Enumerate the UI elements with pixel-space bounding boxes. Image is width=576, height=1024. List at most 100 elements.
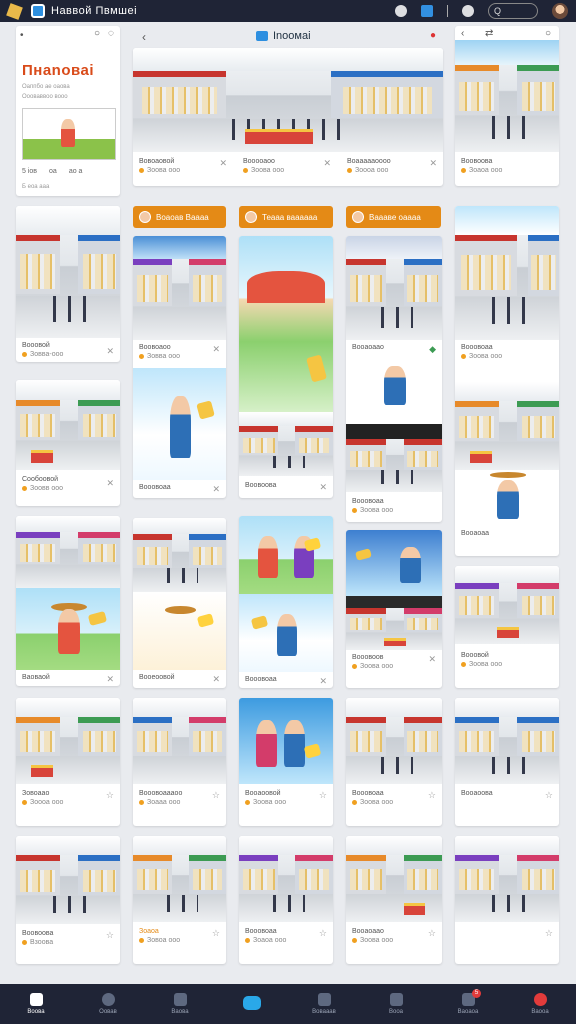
list-item[interactable]: Вооовоаааоо Зоааа ооо ☆ — [133, 698, 226, 826]
stat-item: 5 іов — [22, 168, 38, 175]
nav-shop[interactable]: Вовааав — [299, 993, 349, 1015]
item-meta: Взоова — [30, 939, 54, 946]
list-item[interactable]: Вооовой Зовва-ооо ✕ — [16, 206, 120, 362]
item-title: Вооовоаа — [245, 928, 277, 935]
top-bar: Наввой Пвмшеі Q — [0, 0, 576, 22]
close-icon[interactable]: ✕ — [428, 654, 436, 665]
close-icon[interactable]: ✕ — [212, 344, 220, 355]
settings-icon[interactable] — [462, 5, 474, 17]
favorite-icon[interactable]: ☆ — [428, 928, 436, 939]
list-item[interactable]: Воовоова Взоова ☆ — [16, 836, 120, 964]
list-item[interactable]: Зовоаао Зоооа ооо ☆ — [16, 698, 120, 826]
avatar[interactable] — [552, 3, 568, 19]
favorite-icon[interactable]: ✕ — [106, 346, 114, 357]
list-item[interactable]: Вооаоаао Зоова ооо ☆ — [346, 836, 442, 964]
search-icon: Q — [494, 6, 502, 16]
list-item[interactable]: Вооеоовой ✕ — [133, 518, 226, 688]
favorite-icon[interactable]: ☆ — [212, 928, 220, 939]
item-meta: Зоова ооо — [251, 167, 285, 174]
profile-stats: 5 іов оа ао а — [22, 168, 82, 175]
item-meta: Зоова ооо — [147, 167, 181, 174]
share-icon[interactable] — [421, 5, 433, 17]
favorite-icon[interactable]: ☆ — [545, 790, 553, 801]
back-icon[interactable]: ‹ — [142, 30, 146, 44]
leaf-icon[interactable]: ◆ — [429, 344, 436, 355]
hero-card[interactable]: Вовоаовой Зоова ооо Вооооаоо Зоова ооо Воа… — [133, 48, 443, 186]
profile-subtitle: Оаппбо ае оаова — [22, 84, 70, 90]
item-title: Воовоаоо — [139, 344, 171, 351]
list-item[interactable]: Вооовоаа Зоаоа ооо ☆ — [239, 836, 333, 964]
divider — [447, 5, 448, 17]
favorite-icon[interactable]: ☆ — [319, 790, 327, 801]
item-title: Вооовоаа — [461, 344, 493, 351]
nav-notifications[interactable]: 5 Ваоаоа — [443, 989, 493, 1015]
add-icon — [243, 995, 261, 1010]
search-icon[interactable]: ○ — [545, 28, 551, 39]
nav-label: Ваова — [171, 1009, 189, 1015]
list-item[interactable]: Вооовоов Зоова ооо ✕ — [346, 530, 442, 688]
nav-profile[interactable]: Ваооа — [515, 993, 565, 1015]
nav-label: Ваоаоа — [457, 1009, 479, 1015]
category-tag[interactable]: Воаоав Ваааа — [133, 206, 226, 228]
list-item[interactable]: Сообоовой Зоовв ооо ✕ — [16, 380, 120, 506]
close-icon[interactable]: ✕ — [212, 484, 220, 495]
nav-home[interactable]: Воова — [11, 993, 61, 1015]
pin-icon[interactable]: ● — [430, 30, 436, 41]
profile-count: Б еоа ааа — [22, 184, 50, 190]
notification-icon[interactable] — [395, 5, 407, 17]
category-tag[interactable]: Ваааве оаааа — [346, 206, 441, 228]
dot-icon: • — [20, 30, 24, 41]
list-item[interactable]: Вооовоаа Зоова ооо ☆ — [346, 698, 442, 826]
list-item[interactable]: Ваоваой ✕ — [16, 516, 120, 686]
search-icon[interactable]: ○ — [94, 28, 100, 39]
list-item[interactable]: Вооовоаа ✕ — [239, 516, 333, 688]
home-icon — [29, 993, 43, 1006]
list-item[interactable]: Вооовоаа Зоова ооо Вооаоаа — [455, 206, 559, 556]
refresh-icon[interactable]: ◌ — [108, 28, 114, 39]
share-icon[interactable]: ⇄ — [485, 28, 493, 39]
list-item[interactable]: Вооовой Зоова ооо — [455, 566, 559, 688]
bag-icon — [317, 993, 331, 1006]
item-title: Вооовой — [461, 652, 489, 659]
list-item[interactable]: ‹ ⇄ ○ Воовоова Зоаоа ооо — [455, 26, 559, 186]
list-item[interactable]: Вооаоовой Зоова ооо ☆ — [239, 698, 333, 826]
app-icon[interactable] — [31, 4, 45, 18]
list-item[interactable]: Воовоаоо Зовва ооо ✕ Вооовоаа ✕ — [133, 236, 226, 498]
list-item[interactable]: Зоаоа Зовоа ооо ☆ — [133, 836, 226, 964]
favorite-icon[interactable]: ☆ — [212, 790, 220, 801]
search-input[interactable]: Q — [488, 3, 538, 19]
favorite-icon[interactable]: ☆ — [106, 930, 114, 941]
close-icon[interactable]: ✕ — [319, 676, 327, 687]
list-item[interactable]: ☆ — [455, 836, 559, 964]
category-tag[interactable]: Теааа ваааааа — [239, 206, 333, 228]
back-icon[interactable]: ‹ — [461, 28, 464, 39]
nav-explore[interactable]: Оовав — [83, 993, 133, 1015]
close-icon[interactable]: ✕ — [219, 158, 227, 169]
list-item[interactable]: Воовоова ✕ — [239, 236, 333, 498]
favorite-icon[interactable]: ✕ — [106, 674, 114, 685]
nav-label: Воова — [27, 1009, 45, 1015]
page-title-text: Іnooмаi — [273, 30, 311, 42]
item-meta: Зоооа ооо — [30, 799, 64, 806]
item-title: Вооовоаааоо — [139, 790, 183, 797]
nav-saved[interactable]: Вооа — [371, 993, 421, 1015]
item-meta: Зоовв ооо — [30, 485, 64, 492]
nav-create[interactable] — [227, 995, 277, 1013]
item-title: Вооаоова — [461, 790, 493, 797]
list-item[interactable]: Вооаоаао ◆ Вооовоаа Зоова ооо — [346, 236, 442, 522]
favorite-icon[interactable]: ☆ — [428, 790, 436, 801]
profile-image[interactable] — [22, 108, 116, 160]
favorite-icon[interactable]: ✕ — [106, 478, 114, 489]
stat-item: оа — [49, 168, 57, 175]
close-icon[interactable]: ✕ — [429, 158, 437, 169]
page-title: Іnooмаi — [256, 30, 311, 42]
item-meta: Зоаоа ооо — [253, 937, 287, 944]
favorite-icon[interactable]: ☆ — [545, 928, 553, 939]
favorite-icon[interactable]: ☆ — [319, 928, 327, 939]
close-icon[interactable]: ✕ — [212, 674, 220, 685]
favorite-icon[interactable]: ☆ — [106, 790, 114, 801]
close-icon[interactable]: ✕ — [319, 482, 327, 493]
nav-messages[interactable]: Ваова — [155, 993, 205, 1015]
close-icon[interactable]: ✕ — [323, 158, 331, 169]
list-item[interactable]: Вооаоова ☆ — [455, 698, 559, 826]
